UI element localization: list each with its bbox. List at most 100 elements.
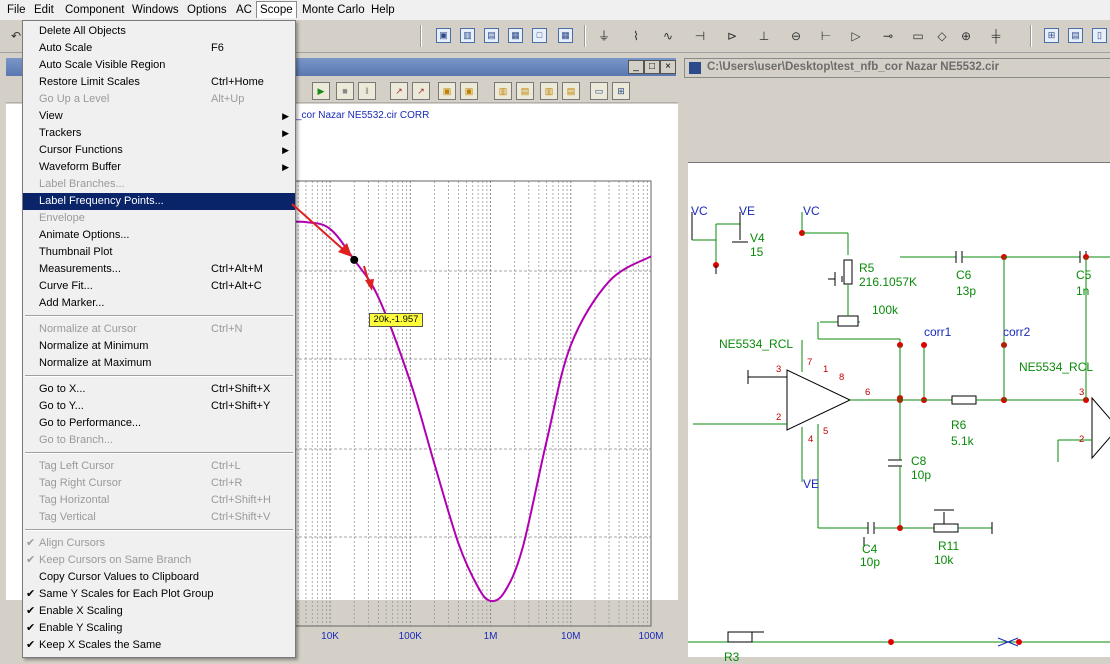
schematic-titlebar: C:\Users\user\Desktop\test_nfb_cor Nazar… [684,58,1110,78]
menu-item-label: Restore Limit Scales [39,76,140,88]
menu-item-animate-options[interactable]: Animate Options... [23,227,295,244]
menu-item-enable-x-scaling[interactable]: ✔ Enable X Scaling [23,603,295,620]
menu-separator [25,315,293,317]
schematic-label-c6v: 13p [956,284,977,298]
menu-item-measurements[interactable]: Measurements... Ctrl+Alt+M [23,261,295,278]
menu-item-keep-x-scales-the-same[interactable]: ✔ Keep X Scales the Same [23,637,295,654]
menu-item-tag-vertical[interactable]: Tag Vertical Ctrl+Shift+V [23,509,295,526]
menu-item-copy-cursor-values-to-clipboard[interactable]: Copy Cursor Values to Clipboard [23,569,295,586]
menu-item-normalize-at-minimum[interactable]: Normalize at Minimum [23,338,295,355]
menu-item-label: Tag Left Cursor [39,460,115,472]
menu-item-label: Go to Performance... [39,417,142,429]
submenu-arrow-icon: ▶ [282,162,289,172]
submenu-arrow-icon: ▶ [282,111,289,121]
schematic-label-p8: 8 [839,372,845,383]
schematic-toolbar-3 [688,134,1110,158]
menu-item-tag-horizontal[interactable]: Tag Horizontal Ctrl+Shift+H [23,492,295,509]
x-tick-label: 10K [321,631,339,642]
menu-item-label: Label Frequency Points... [39,195,164,207]
schematic-label-pot: 100k [872,303,899,317]
menu-item-go-to-y[interactable]: Go to Y... Ctrl+Shift+Y [23,398,295,415]
menu-item-go-up-a-level[interactable]: Go Up a Level Alt+Up [23,91,295,108]
menu-item-thumbnail-plot[interactable]: Thumbnail Plot [23,244,295,261]
menu-item-normalize-at-cursor[interactable]: Normalize at Cursor Ctrl+N [23,321,295,338]
menu-item-label-frequency-points[interactable]: Label Frequency Points... [23,193,295,210]
menu-item-label: Align Cursors [39,537,106,549]
menu-item-label: Go Up a Level [39,93,110,105]
menu-item-auto-scale-visible-region[interactable]: Auto Scale Visible Region [23,57,295,74]
menu-item-view[interactable]: View ▶ [23,108,295,125]
menu-item-waveform-buffer[interactable]: Waveform Buffer ▶ [23,159,295,176]
checkmark-icon: ✔ [26,554,36,566]
menu-item-envelope[interactable]: Envelope [23,210,295,227]
menu-item-restore-limit-scales[interactable]: Restore Limit Scales Ctrl+Home [23,74,295,91]
plot-frame [273,180,652,627]
schematic-label-r3: R3 [724,650,740,664]
x-tick-label: 100M [638,631,663,642]
menu-item-tag-right-cursor[interactable]: Tag Right Cursor Ctrl+R [23,475,295,492]
schematic-window-title: C:\Users\user\Desktop\test_nfb_cor Nazar… [707,61,1000,73]
cursor-value-label: 20k,-1.957 [369,313,423,327]
menu-item-shortcut: Ctrl+Alt+C [211,280,262,292]
schematic-label-r6: R6 [951,418,967,432]
menu-item-label: Measurements... [39,263,121,275]
menu-item-align-cursors[interactable]: ✔ Align Cursors [23,535,295,552]
schematic-label-c5v: 1n [1076,284,1090,298]
menu-item-delete-all-objects[interactable]: Delete All Objects [23,23,295,40]
menu-item-shortcut: Ctrl+Home [211,76,264,88]
menu-item-tag-left-cursor[interactable]: Tag Left Cursor Ctrl+L [23,458,295,475]
menu-item-label: Animate Options... [39,229,130,241]
menu-item-cursor-functions[interactable]: Cursor Functions ▶ [23,142,295,159]
schematic-label-r6v: 5.1k [951,434,974,448]
schematic-label-vc1: VC [691,204,708,218]
menu-item-add-marker[interactable]: Add Marker... [23,295,295,312]
schematic-label-ve2: VE [803,477,820,491]
menu-item-go-to-performance[interactable]: Go to Performance... [23,415,295,432]
menu-item-label: Label Branches... [39,178,125,190]
menu-item-label: Copy Cursor Values to Clipboard [39,571,199,583]
menu-item-enable-y-scaling[interactable]: ✔ Enable Y Scaling [23,620,295,637]
menu-item-label-branches[interactable]: Label Branches... [23,176,295,193]
menu-item-normalize-at-maximum[interactable]: Normalize at Maximum [23,355,295,372]
menu-item-label: Auto Scale [39,42,93,54]
menu-item-shortcut: Ctrl+Shift+H [211,494,271,506]
menu-item-label: Delete All Objects [39,25,126,37]
menu-item-same-y-scales-for-each-plot-group[interactable]: ✔ Same Y Scales for Each Plot Group [23,586,295,603]
menu-item-label: Normalize at Minimum [39,340,149,352]
menu-item-trackers[interactable]: Trackers ▶ [23,125,295,142]
menu-separator [25,452,293,454]
menu-item-go-to-x[interactable]: Go to X... Ctrl+Shift+X [23,381,295,398]
x-tick-label: 10M [561,631,580,642]
menu-item-label: Keep X Scales the Same [39,639,162,651]
schematic-label-opamp1: NE5534_RCL [719,337,794,351]
menu-separator [25,529,293,531]
resistor-r6 [951,395,977,405]
schematic-label-c4: C4 [862,542,878,556]
menu-item-go-to-branch[interactable]: Go to Branch... [23,432,295,449]
cursor-point [350,255,359,264]
schematic-label-ve1: VE [739,204,756,218]
checkmark-icon: ✔ [26,639,36,651]
menu-item-label: Tag Horizontal [39,494,110,506]
menu-item-label: Trackers [39,127,82,139]
menu-item-label: Add Marker... [39,297,105,309]
schematic-label-opamp2: NE5534_RCL [1019,360,1094,374]
menu-item-shortcut: Ctrl+Shift+X [211,383,271,395]
menu-item-shortcut: Ctrl+L [211,460,241,472]
schematic-label-p4: 4 [808,434,814,445]
schematic-label-q2: 2 [1079,434,1085,445]
x-tick-label: 1M [484,631,498,642]
schematic-label-r11v: 10k [934,553,954,567]
menu-item-curve-fit[interactable]: Curve Fit... Ctrl+Alt+C [23,278,295,295]
menu-item-keep-cursors-on-same-branch[interactable]: ✔ Keep Cursors on Same Branch [23,552,295,569]
submenu-arrow-icon: ▶ [282,128,289,138]
menu-item-label: Enable X Scaling [39,605,123,617]
schematic-label-p5: 5 [823,426,829,437]
schematic-label-c8v: 10p [911,468,932,482]
resistor-r3 [727,631,753,643]
schematic-label-p1: 1 [823,364,829,375]
scope-menu: Delete All Objects Auto Scale F6 Auto Scale… [22,20,296,658]
menu-item-auto-scale[interactable]: Auto Scale F6 [23,40,295,57]
schematic-label-corr2: corr2 [1003,325,1031,339]
schematic-label-p3: 3 [776,364,782,375]
